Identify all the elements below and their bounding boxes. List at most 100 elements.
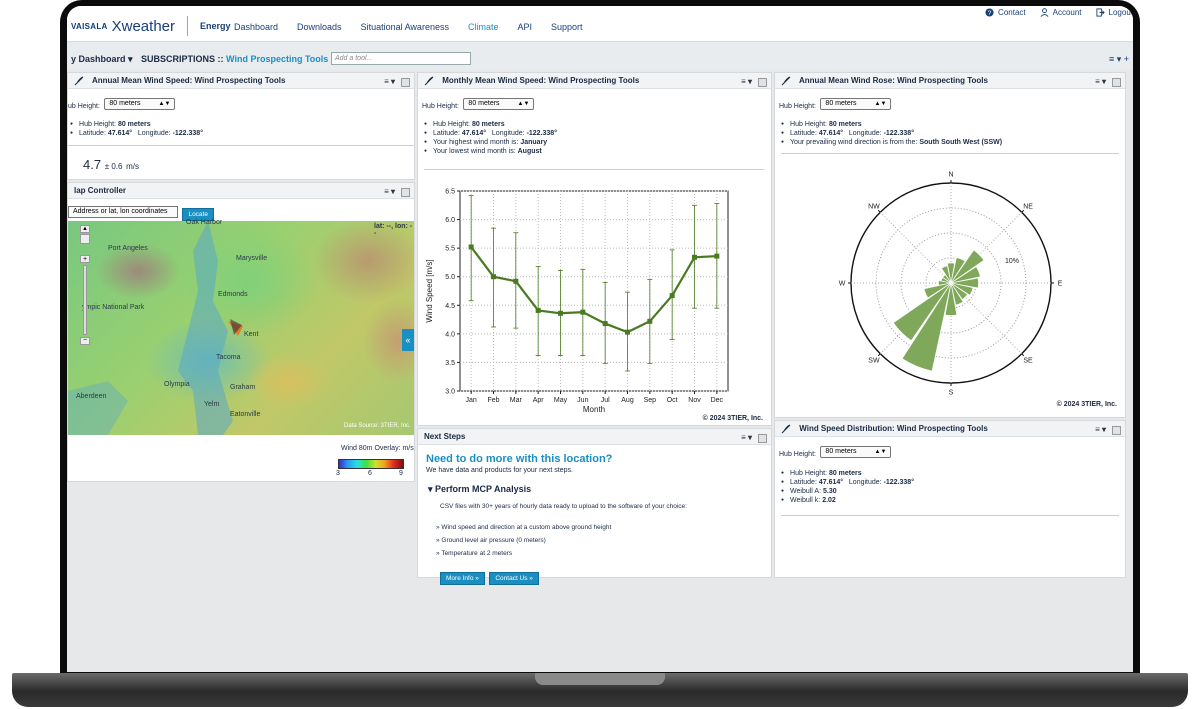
logout-link[interactable]: Logout bbox=[1095, 8, 1133, 17]
account-label: Account bbox=[1052, 8, 1082, 17]
main-nav: Dashboard Downloads Situational Awarenes… bbox=[234, 22, 583, 32]
bullet-text: Ground level air pressure (0 meters) bbox=[441, 537, 546, 544]
product-name: Energy bbox=[200, 21, 231, 31]
rose-direction-label: E bbox=[1058, 281, 1063, 288]
map-label: Edmonds bbox=[218, 291, 248, 298]
info-key: Latitude: bbox=[433, 129, 460, 137]
brand-small: VAISALA bbox=[71, 21, 108, 31]
contact-link[interactable]: ? Contact bbox=[985, 8, 1026, 17]
wind-rose-chart: N NE E SE S SW W NW 10% bbox=[839, 172, 1063, 397]
monthly-panel-controls: ≡ ▾ bbox=[741, 74, 767, 90]
y-tick-label: 5.5 bbox=[445, 246, 455, 253]
annual-info-list: Hub Height: 80 meters Latitude: 47.614° … bbox=[70, 120, 203, 138]
maximize-icon[interactable] bbox=[1112, 77, 1121, 87]
rose-panel-controls: ≡ ▾ bbox=[1095, 74, 1121, 90]
next-panel-controls: ≡ ▾ bbox=[741, 430, 767, 446]
contact-us-button[interactable]: Contact Us » bbox=[489, 572, 539, 585]
wind-map[interactable]: Oak Harbor Port Angeles Marysville Edmon… bbox=[68, 219, 414, 435]
data-point bbox=[491, 274, 496, 280]
list-item: » Wind speed and direction at a custom a… bbox=[436, 524, 612, 531]
location-input[interactable]: Address or lat, lon coordinates bbox=[68, 205, 178, 218]
more-info-button[interactable]: More Info » bbox=[440, 572, 485, 585]
rose-hub-row: Hub Height: 80 meters ▲▼ bbox=[779, 95, 892, 113]
dashboard-tools-menu[interactable]: ≡ ▾ + bbox=[1109, 54, 1129, 65]
hub-label: Hub Height: bbox=[422, 103, 459, 110]
maximize-icon[interactable] bbox=[758, 433, 767, 443]
info-value: August bbox=[517, 147, 542, 155]
dashboard-tabbar: y Dashboard ▾ SUBSCRIPTIONS :: Wind Pros… bbox=[67, 42, 1133, 70]
brand-logo[interactable]: VAISALA Xweather Energy bbox=[71, 16, 231, 36]
pan-up-icon[interactable]: ▲ bbox=[80, 225, 90, 233]
data-point bbox=[468, 244, 474, 250]
next-steps-panel: Next Steps ≡ ▾ Need to do more with this… bbox=[417, 428, 772, 585]
nav-situational-awareness[interactable]: Situational Awareness bbox=[361, 22, 449, 32]
mcp-section[interactable]: ▾ Perform MCP Analysis bbox=[428, 484, 531, 495]
maximize-icon[interactable] bbox=[1112, 425, 1121, 435]
list-item: Latitude: 47.614° Longitude: -122.338° bbox=[70, 129, 203, 138]
pan-center-icon[interactable] bbox=[80, 234, 90, 244]
map-label: Oak Harbor bbox=[186, 219, 223, 226]
map-controller-panel: lap Controller ≡ ▾ Address or lat, lon c… bbox=[67, 182, 415, 482]
brand-divider bbox=[187, 16, 188, 36]
x-tick-label: Sep bbox=[644, 397, 657, 404]
zoom-in-icon[interactable]: + bbox=[80, 255, 90, 263]
map-label: Port Angeles bbox=[108, 245, 148, 252]
map-panel-title: lap Controller bbox=[74, 186, 127, 195]
map-water-overlay bbox=[68, 221, 243, 435]
maximize-icon[interactable] bbox=[401, 77, 410, 87]
nav-downloads[interactable]: Downloads bbox=[297, 22, 342, 32]
hub-height-value: 80 meters bbox=[109, 99, 141, 107]
y-tick-label: 6.5 bbox=[445, 189, 455, 196]
rose-direction-label: N bbox=[948, 172, 953, 179]
info-key: Latitude: bbox=[790, 478, 817, 486]
x-tick-label: Jan bbox=[466, 397, 477, 404]
menu-icon[interactable]: ≡ ▾ bbox=[384, 74, 395, 90]
list-item: Latitude: 47.614° Longitude: -122.338° bbox=[781, 129, 1002, 138]
collapse-panel-icon[interactable]: « bbox=[402, 329, 414, 351]
zoom-out-icon[interactable]: − bbox=[80, 337, 90, 345]
nav-support[interactable]: Support bbox=[551, 22, 583, 32]
mcp-section-title: Perform MCP Analysis bbox=[435, 484, 532, 494]
screen: VAISALA Xweather Energy Dashboard Downlo… bbox=[67, 6, 1133, 672]
zoom-slider[interactable] bbox=[83, 265, 87, 335]
info-key: Hub Height: bbox=[790, 120, 827, 128]
scale-max: 9 bbox=[399, 470, 403, 477]
info-value: 80 meters bbox=[828, 120, 862, 128]
overlay-scale-bar bbox=[338, 459, 404, 469]
hub-label: Hub Height: bbox=[779, 103, 816, 110]
nav-dashboard[interactable]: Dashboard bbox=[234, 22, 278, 32]
menu-icon[interactable]: ≡ ▾ bbox=[741, 430, 752, 446]
add-tool-input[interactable]: Add a tool... bbox=[331, 52, 471, 65]
hub-height-value: 80 meters bbox=[825, 447, 857, 455]
hub-label: Hub Height: bbox=[779, 451, 816, 458]
x-tick-label: Nov bbox=[688, 397, 701, 404]
account-link[interactable]: Account bbox=[1040, 8, 1082, 17]
subscriptions-tab[interactable]: SUBSCRIPTIONS :: Wind Prospecting Tools bbox=[141, 54, 328, 64]
top-bar: VAISALA Xweather Energy Dashboard Downlo… bbox=[67, 6, 1133, 42]
menu-icon[interactable]: ≡ ▾ bbox=[1095, 422, 1106, 438]
menu-icon[interactable]: ≡ ▾ bbox=[384, 184, 395, 200]
menu-icon[interactable]: ≡ ▾ bbox=[1095, 74, 1106, 90]
logout-label: Logout bbox=[1108, 8, 1133, 17]
maximize-icon[interactable] bbox=[401, 187, 410, 197]
data-point bbox=[602, 321, 608, 327]
hub-height-select[interactable]: 80 meters ▲▼ bbox=[463, 97, 535, 110]
nav-api[interactable]: API bbox=[517, 22, 532, 32]
monthly-wind-chart: 3.0 3.5 4.0 4.5 5.0 5.5 6.0 6.5 Jan Feb Mar Apr May J… bbox=[425, 189, 729, 414]
menu-icon[interactable]: ≡ ▾ bbox=[741, 74, 752, 90]
annual-hub-row: ub Height: 80 meters ▲▼ bbox=[68, 95, 176, 113]
hub-height-select[interactable]: 80 meters ▲▼ bbox=[104, 97, 176, 110]
x-tick-label: Mar bbox=[510, 397, 523, 404]
annual-mean-value: 4.7 ± 0.6 m/s bbox=[83, 157, 139, 172]
info-key: Latitude: bbox=[79, 129, 106, 137]
info-key: Longitude: bbox=[491, 129, 525, 137]
laptop-frame: VAISALA Xweather Energy Dashboard Downlo… bbox=[0, 0, 1200, 709]
my-dashboard-tab[interactable]: y Dashboard ▾ bbox=[71, 54, 133, 65]
mean-number: 4.7 bbox=[83, 157, 102, 172]
hub-height-select[interactable]: 80 meters ▲▼ bbox=[820, 445, 892, 458]
info-key: Longitude: bbox=[848, 478, 882, 486]
maximize-icon[interactable] bbox=[758, 77, 767, 87]
nav-climate[interactable]: Climate bbox=[468, 22, 499, 32]
hub-height-select[interactable]: 80 meters ▲▼ bbox=[820, 97, 892, 110]
map-label: Aberdeen bbox=[76, 393, 107, 400]
